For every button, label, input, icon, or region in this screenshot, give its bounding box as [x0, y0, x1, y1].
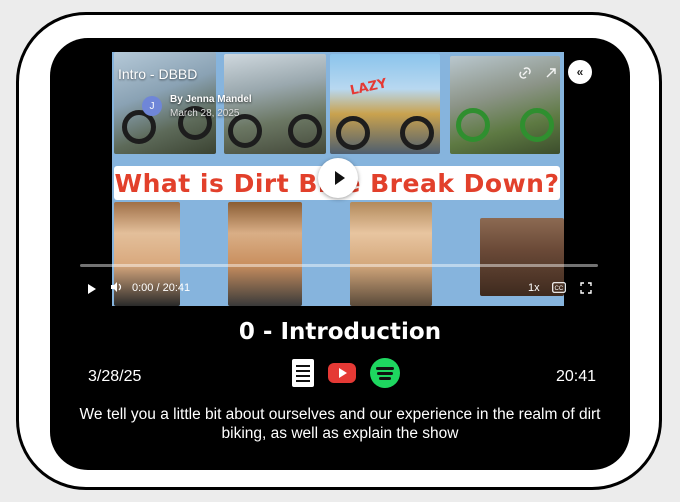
share-icon[interactable]: [544, 66, 558, 83]
transcript-doc-icon[interactable]: [292, 359, 314, 387]
episode-title: 0 - Introduction: [238, 319, 442, 345]
author-date: March 28, 2025: [170, 108, 240, 119]
captions-icon[interactable]: CC: [552, 282, 566, 296]
video-progress-bar[interactable]: [80, 264, 598, 267]
video-player[interactable]: LAZY What is Dirt Bike Break Down? Intro…: [112, 52, 564, 306]
time-display: 0:00 / 20:41: [132, 282, 191, 294]
play-icon: [334, 171, 345, 185]
chevrons-left-icon[interactable]: «: [568, 60, 592, 84]
control-play-icon[interactable]: [88, 284, 96, 294]
episode-card: LAZY What is Dirt Bike Break Down? Intro…: [50, 38, 630, 470]
youtube-icon[interactable]: [328, 363, 356, 383]
avatar: J: [142, 96, 162, 116]
fullscreen-icon[interactable]: [580, 282, 592, 297]
lazy-sign: LAZY: [348, 76, 389, 99]
host-photo-3: [350, 202, 432, 306]
link-icon[interactable]: [518, 66, 532, 83]
episode-date: 3/28/25: [88, 368, 142, 385]
thumbnail-dirtbike-3: LAZY: [330, 54, 440, 154]
episode-duration: 20:41: [556, 368, 597, 385]
video-title: Intro - DBBD: [118, 66, 198, 82]
speed-button[interactable]: 1x: [528, 282, 540, 294]
episode-description: We tell you a little bit about ourselves…: [79, 406, 601, 442]
author-name: By Jenna Mandel: [170, 94, 252, 105]
svg-text:CC: CC: [555, 286, 564, 292]
volume-icon[interactable]: [110, 281, 124, 296]
host-photo-2: [228, 202, 302, 306]
spotify-icon[interactable]: [370, 358, 400, 388]
episode-links: [292, 358, 400, 388]
play-button[interactable]: [318, 158, 358, 198]
